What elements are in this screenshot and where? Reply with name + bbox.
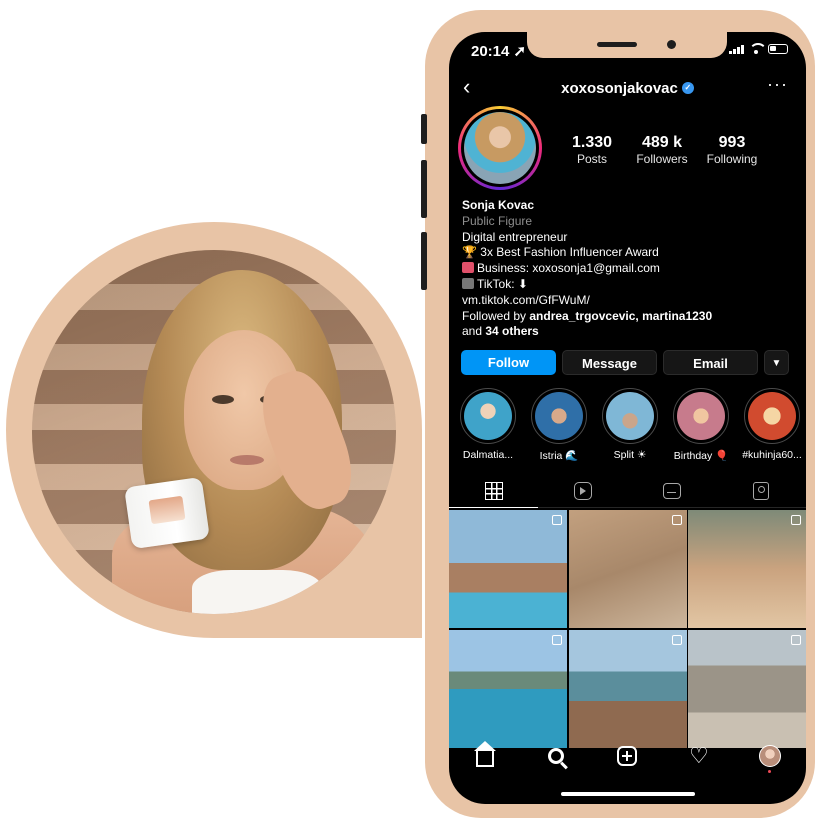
grid-icon: [484, 481, 503, 500]
highlight-thumbnail: [464, 392, 512, 440]
notch: [527, 32, 727, 58]
bottom-navigation: ♡: [449, 734, 806, 778]
bio-line: Business: xoxosonja1@gmail.com: [477, 261, 660, 276]
status-time: 20:14 ➚: [471, 43, 527, 60]
stat-following-label: Following: [706, 152, 758, 166]
profile-stats: 1.330 Posts 489 k Followers 993 Followin…: [557, 134, 767, 166]
profile-name: Sonja Kovac: [462, 198, 535, 212]
highlight-label: Dalmatia...: [462, 449, 514, 461]
profile-category: Public Figure: [462, 213, 533, 228]
bio-line: Digital entrepreneur: [462, 229, 568, 244]
followed-by[interactable]: Followed by andrea_trgovcevic, martina12…: [462, 309, 797, 325]
post-thumbnail[interactable]: [449, 510, 567, 628]
add-post-icon: [617, 746, 638, 766]
username: xoxosonjakovac: [561, 80, 678, 97]
phone-screen: 20:14 ➚ ‹ xoxosonjakovac ✓ ··· 1.330 Post…: [449, 32, 806, 804]
battery-icon: [768, 43, 788, 54]
stat-following[interactable]: 993 Following: [697, 134, 767, 166]
stat-followers[interactable]: 489 k Followers: [627, 134, 697, 166]
post-thumbnail[interactable]: [449, 629, 567, 748]
reel-badge-icon: [552, 515, 562, 525]
post-thumbnail[interactable]: [688, 629, 806, 748]
highlight-thumbnail: [606, 392, 654, 440]
bio-link[interactable]: vm.tiktok.com/GfFWuM/: [462, 293, 797, 309]
stat-following-count: 993: [718, 134, 746, 151]
tab-posts[interactable]: [449, 474, 539, 508]
video-badge-icon: [791, 515, 801, 525]
carousel-badge-icon: [671, 634, 682, 645]
profile-avatar[interactable]: [458, 106, 542, 190]
home-icon: [473, 741, 496, 767]
bio-line: TikTok: ⬇: [477, 276, 528, 291]
reels-icon: [573, 481, 592, 500]
stat-posts-label: Posts: [576, 152, 607, 166]
highlight-label: Birthday 🎈: [673, 450, 729, 462]
page-title: xoxosonjakovac ✓: [449, 80, 806, 97]
highlight-item[interactable]: Split ☀: [597, 388, 663, 462]
tv-icon: [462, 277, 474, 289]
stat-followers-label: Followers: [636, 152, 688, 166]
highlight-item[interactable]: Birthday 🎈: [668, 388, 734, 462]
carousel-badge-icon: [552, 634, 562, 645]
highlight-label: Split ☀: [613, 449, 647, 461]
status-icons: [729, 43, 788, 54]
profile-avatar-icon: [759, 745, 782, 773]
profile-header: ‹ xoxosonjakovac ✓ ···: [449, 74, 806, 102]
portrait-photo: [32, 250, 396, 614]
nav-search[interactable]: [539, 739, 573, 773]
stat-followers-count: 489 k: [641, 134, 683, 151]
email-button[interactable]: Email: [663, 350, 758, 375]
tab-reels[interactable]: [538, 474, 627, 507]
profile-tabs: [449, 474, 806, 508]
nav-home[interactable]: [468, 739, 502, 773]
signal-icon: [729, 44, 744, 54]
message-button[interactable]: Message: [562, 350, 657, 375]
suggested-accounts-button[interactable]: ▼: [764, 350, 789, 375]
igtv-icon: [663, 482, 682, 499]
wifi-icon: [749, 43, 767, 54]
more-options-icon[interactable]: ···: [767, 74, 788, 95]
bio-line: 🏆 3x Best Fashion Influencer Award: [462, 245, 659, 260]
search-icon: [548, 748, 565, 764]
nav-profile[interactable]: [753, 739, 787, 773]
verified-badge-icon: ✓: [681, 82, 694, 95]
followed-by-users: andrea_trgovcevic, martina1230: [529, 308, 713, 323]
carousel-badge-icon: [671, 515, 682, 525]
followed-by-prefix: Followed by: [462, 308, 527, 323]
story-highlights: Dalmatia... Istria 🌊 Split ☀ Birthday 🎈 …: [455, 388, 805, 462]
followed-by-others[interactable]: 34 others: [485, 324, 538, 338]
highlight-label: #kuhinja60...: [742, 449, 802, 461]
followed-by-and: and: [462, 324, 483, 339]
tab-tagged[interactable]: [717, 474, 806, 507]
follow-button[interactable]: Follow: [461, 350, 556, 375]
nav-activity[interactable]: ♡: [682, 739, 716, 773]
tagged-icon: [753, 481, 770, 500]
highlight-item[interactable]: Dalmatia...: [455, 388, 521, 462]
post-thumbnail[interactable]: [568, 629, 687, 748]
home-indicator: [561, 792, 695, 796]
tab-igtv[interactable]: [628, 474, 717, 507]
highlight-thumbnail: [535, 392, 583, 440]
highlight-thumbnail: [748, 392, 796, 440]
heart-icon: ♡: [688, 743, 709, 768]
highlight-thumbnail: [677, 392, 725, 440]
nav-create[interactable]: [610, 739, 644, 773]
post-thumbnail[interactable]: [568, 510, 687, 628]
highlight-item[interactable]: Istria 🌊: [526, 388, 592, 462]
profile-bio: Sonja Kovac Public Figure Digital entrep…: [462, 198, 797, 340]
carousel-badge-icon: [791, 634, 801, 645]
profile-actions: Follow Message Email ▼: [461, 350, 789, 375]
stat-posts-count: 1.330: [571, 134, 613, 151]
stat-posts[interactable]: 1.330 Posts: [557, 134, 627, 166]
mail-heart-icon: [462, 262, 474, 274]
posts-grid: [449, 510, 806, 748]
post-thumbnail[interactable]: [688, 510, 806, 628]
highlight-label: Istria 🌊: [539, 450, 579, 462]
highlight-item[interactable]: #kuhinja60...: [739, 388, 805, 462]
